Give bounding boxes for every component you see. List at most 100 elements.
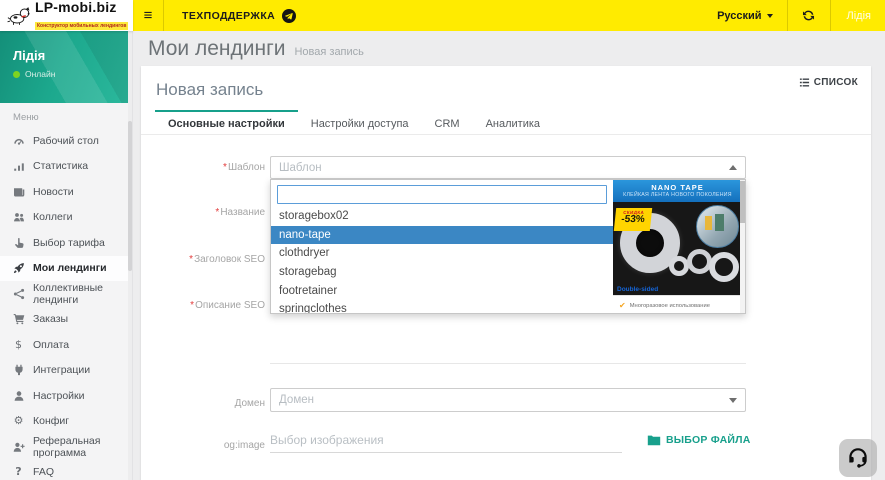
breadcrumb: Мои лендинги Новая запись — [148, 37, 364, 61]
sidebar-item-label: Реферальная программа — [33, 435, 120, 459]
preview-feature-row: ✔ Многоразовое использование — [613, 295, 742, 314]
refresh-button[interactable] — [788, 0, 830, 31]
tab-crm[interactable]: CRM — [422, 110, 473, 134]
form-card: Новая запись СПИСОК Основные настройки Н… — [141, 66, 871, 480]
support-chat-widget[interactable] — [839, 439, 877, 477]
sidebar-toggle-button[interactable]: ≡ — [133, 0, 163, 31]
sidebar-item-label: Статистика — [33, 160, 88, 172]
discount-badge: СКИДКА -53% — [614, 208, 652, 231]
sidebar-item-orders[interactable]: Заказы — [0, 307, 132, 333]
file-select-button-label: ВЫБОР ФАЙЛА — [666, 434, 750, 446]
required-mark: * — [189, 254, 193, 265]
sidebar-item-statistics[interactable]: Статистика — [0, 154, 132, 180]
required-mark: * — [215, 207, 219, 218]
sidebar-item-dashboard[interactable]: Рабочий стол — [0, 128, 132, 154]
sidebar-item-referral[interactable]: Реферальная программа — [0, 434, 132, 460]
sidebar-item-faq[interactable]: ? FAQ — [0, 460, 132, 480]
support-button[interactable]: ТЕХПОДДЕРЖКА — [164, 0, 318, 31]
dropdown-scrollbar[interactable] — [740, 180, 745, 313]
sidebar-item-label: Интеграции — [33, 364, 90, 376]
sidebar-item-label: Настройки — [33, 390, 85, 402]
language-label: Русский — [717, 10, 761, 22]
list-button[interactable]: СПИСОК — [799, 77, 858, 88]
sidebar-item-label: Коллеги — [33, 211, 73, 223]
dashboard-icon — [12, 135, 25, 147]
preview-product-photo: СКИДКА -53% Double-sided — [613, 202, 742, 295]
sidebar-item-payment[interactable]: $ Оплата — [0, 332, 132, 358]
tape-piece-image — [709, 252, 739, 282]
folder-icon — [647, 434, 661, 446]
og-image-input[interactable] — [270, 428, 622, 453]
og-image-label: og:image — [141, 440, 265, 451]
topbar-user-button[interactable]: Лідія — [831, 0, 885, 31]
preview-feature-text: Многоразовое использование — [630, 303, 710, 309]
list-button-label: СПИСОК — [814, 77, 858, 88]
dropdown-option[interactable]: storagebox02 — [271, 207, 613, 226]
sidebar-item-label: FAQ — [33, 466, 54, 478]
language-selector[interactable]: Русский — [703, 0, 786, 31]
dropdown-option[interactable]: springclothes — [271, 300, 613, 314]
page-subtitle: Новая запись — [294, 46, 363, 58]
template-select-placeholder: Шаблон — [279, 162, 729, 174]
sidebar-scrollbar-thumb[interactable] — [128, 121, 132, 271]
field-underline — [270, 363, 746, 364]
sidebar-item-integrations[interactable]: Интеграции — [0, 358, 132, 384]
topbar-username: Лідія — [847, 10, 871, 22]
name-label: *Название — [141, 207, 265, 218]
online-status-dot — [13, 71, 20, 78]
users-icon — [12, 211, 25, 223]
sidebar-item-label: Рабочий стол — [33, 135, 99, 147]
preview-caption: Double-sided — [617, 286, 658, 293]
discount-badge-value: -53% — [614, 215, 651, 225]
required-mark: * — [223, 162, 227, 173]
dropdown-option[interactable]: footretainer — [271, 282, 613, 301]
sidebar-item-label: Коллективные лендинги — [33, 282, 120, 306]
preview-inset-photo — [696, 205, 739, 248]
bar-chart-icon — [12, 160, 25, 172]
sidebar-item-colleagues[interactable]: Коллеги — [0, 205, 132, 231]
sidebar-item-settings[interactable]: Настройки — [0, 383, 132, 409]
seo-title-label: *Заголовок SEO — [141, 254, 265, 265]
tab-analytics[interactable]: Аналитика — [473, 110, 553, 134]
dollar-icon: $ — [12, 339, 25, 351]
sidebar-item-label: Оплата — [33, 339, 69, 351]
dropdown-scrollbar-thumb[interactable] — [740, 181, 745, 223]
sidebar-scrollbar[interactable] — [128, 31, 132, 480]
dropdown-option[interactable]: clothdryer — [271, 244, 613, 263]
tape-piece-image — [687, 249, 712, 274]
share-icon — [12, 288, 25, 300]
sidebar-item-collective-landings[interactable]: Коллективные лендинги — [0, 281, 132, 307]
app-logo[interactable]: LP-mobi.biz Конструктор мобильных лендин… — [0, 0, 133, 31]
template-dropdown: storagebox02 nano-tape clothdryer storag… — [270, 179, 746, 314]
seo-description-label: *Описание SEO — [141, 300, 265, 311]
dropdown-option-selected[interactable]: nano-tape — [271, 226, 613, 245]
dropdown-options-list: storagebox02 nano-tape clothdryer storag… — [271, 207, 613, 314]
tab-main-settings[interactable]: Основные настройки — [155, 110, 298, 134]
check-icon: ✔ — [619, 301, 626, 310]
file-select-button[interactable]: ВЫБОР ФАЙЛА — [647, 434, 750, 446]
sidebar-item-my-landings[interactable]: Мои лендинги — [0, 256, 132, 282]
dropdown-search-input[interactable] — [277, 185, 607, 204]
dropdown-option[interactable]: storagebag — [271, 263, 613, 282]
sidebar-item-label: Заказы — [33, 313, 68, 325]
tab-bar: Основные настройки Настройки доступа CRM… — [141, 110, 871, 135]
gears-icon: ⚙ — [12, 415, 25, 427]
cart-icon — [12, 313, 25, 325]
sidebar-item-label: Мои лендинги — [33, 262, 107, 274]
question-icon: ? — [12, 466, 25, 478]
logo-subtitle: Конструктор мобильных лендингов — [35, 22, 128, 30]
sidebar: Лідія Онлайн Меню Рабочий стол Статистик… — [0, 31, 133, 480]
template-select[interactable]: Шаблон — [270, 156, 746, 179]
tab-access-settings[interactable]: Настройки доступа — [298, 110, 422, 134]
user-plus-icon — [12, 441, 25, 453]
sidebar-item-config[interactable]: ⚙ Конфиг — [0, 409, 132, 435]
domain-select[interactable]: Домен — [270, 388, 746, 412]
domain-label: Домен — [141, 398, 265, 409]
sidebar-item-label: Выбор тарифа — [33, 237, 105, 249]
sidebar-user-panel: Лідія Онлайн — [0, 31, 132, 103]
plug-icon — [12, 364, 25, 376]
sidebar-item-tariff[interactable]: Выбор тарифа — [0, 230, 132, 256]
sidebar-item-news[interactable]: Новости — [0, 179, 132, 205]
template-preview-image[interactable]: NANO TAPE КЛЕЙКАЯ ЛЕНТА НОВОГО ПОКОЛЕНИЯ… — [613, 180, 742, 314]
logo-title: LP-mobi.biz — [35, 0, 128, 14]
